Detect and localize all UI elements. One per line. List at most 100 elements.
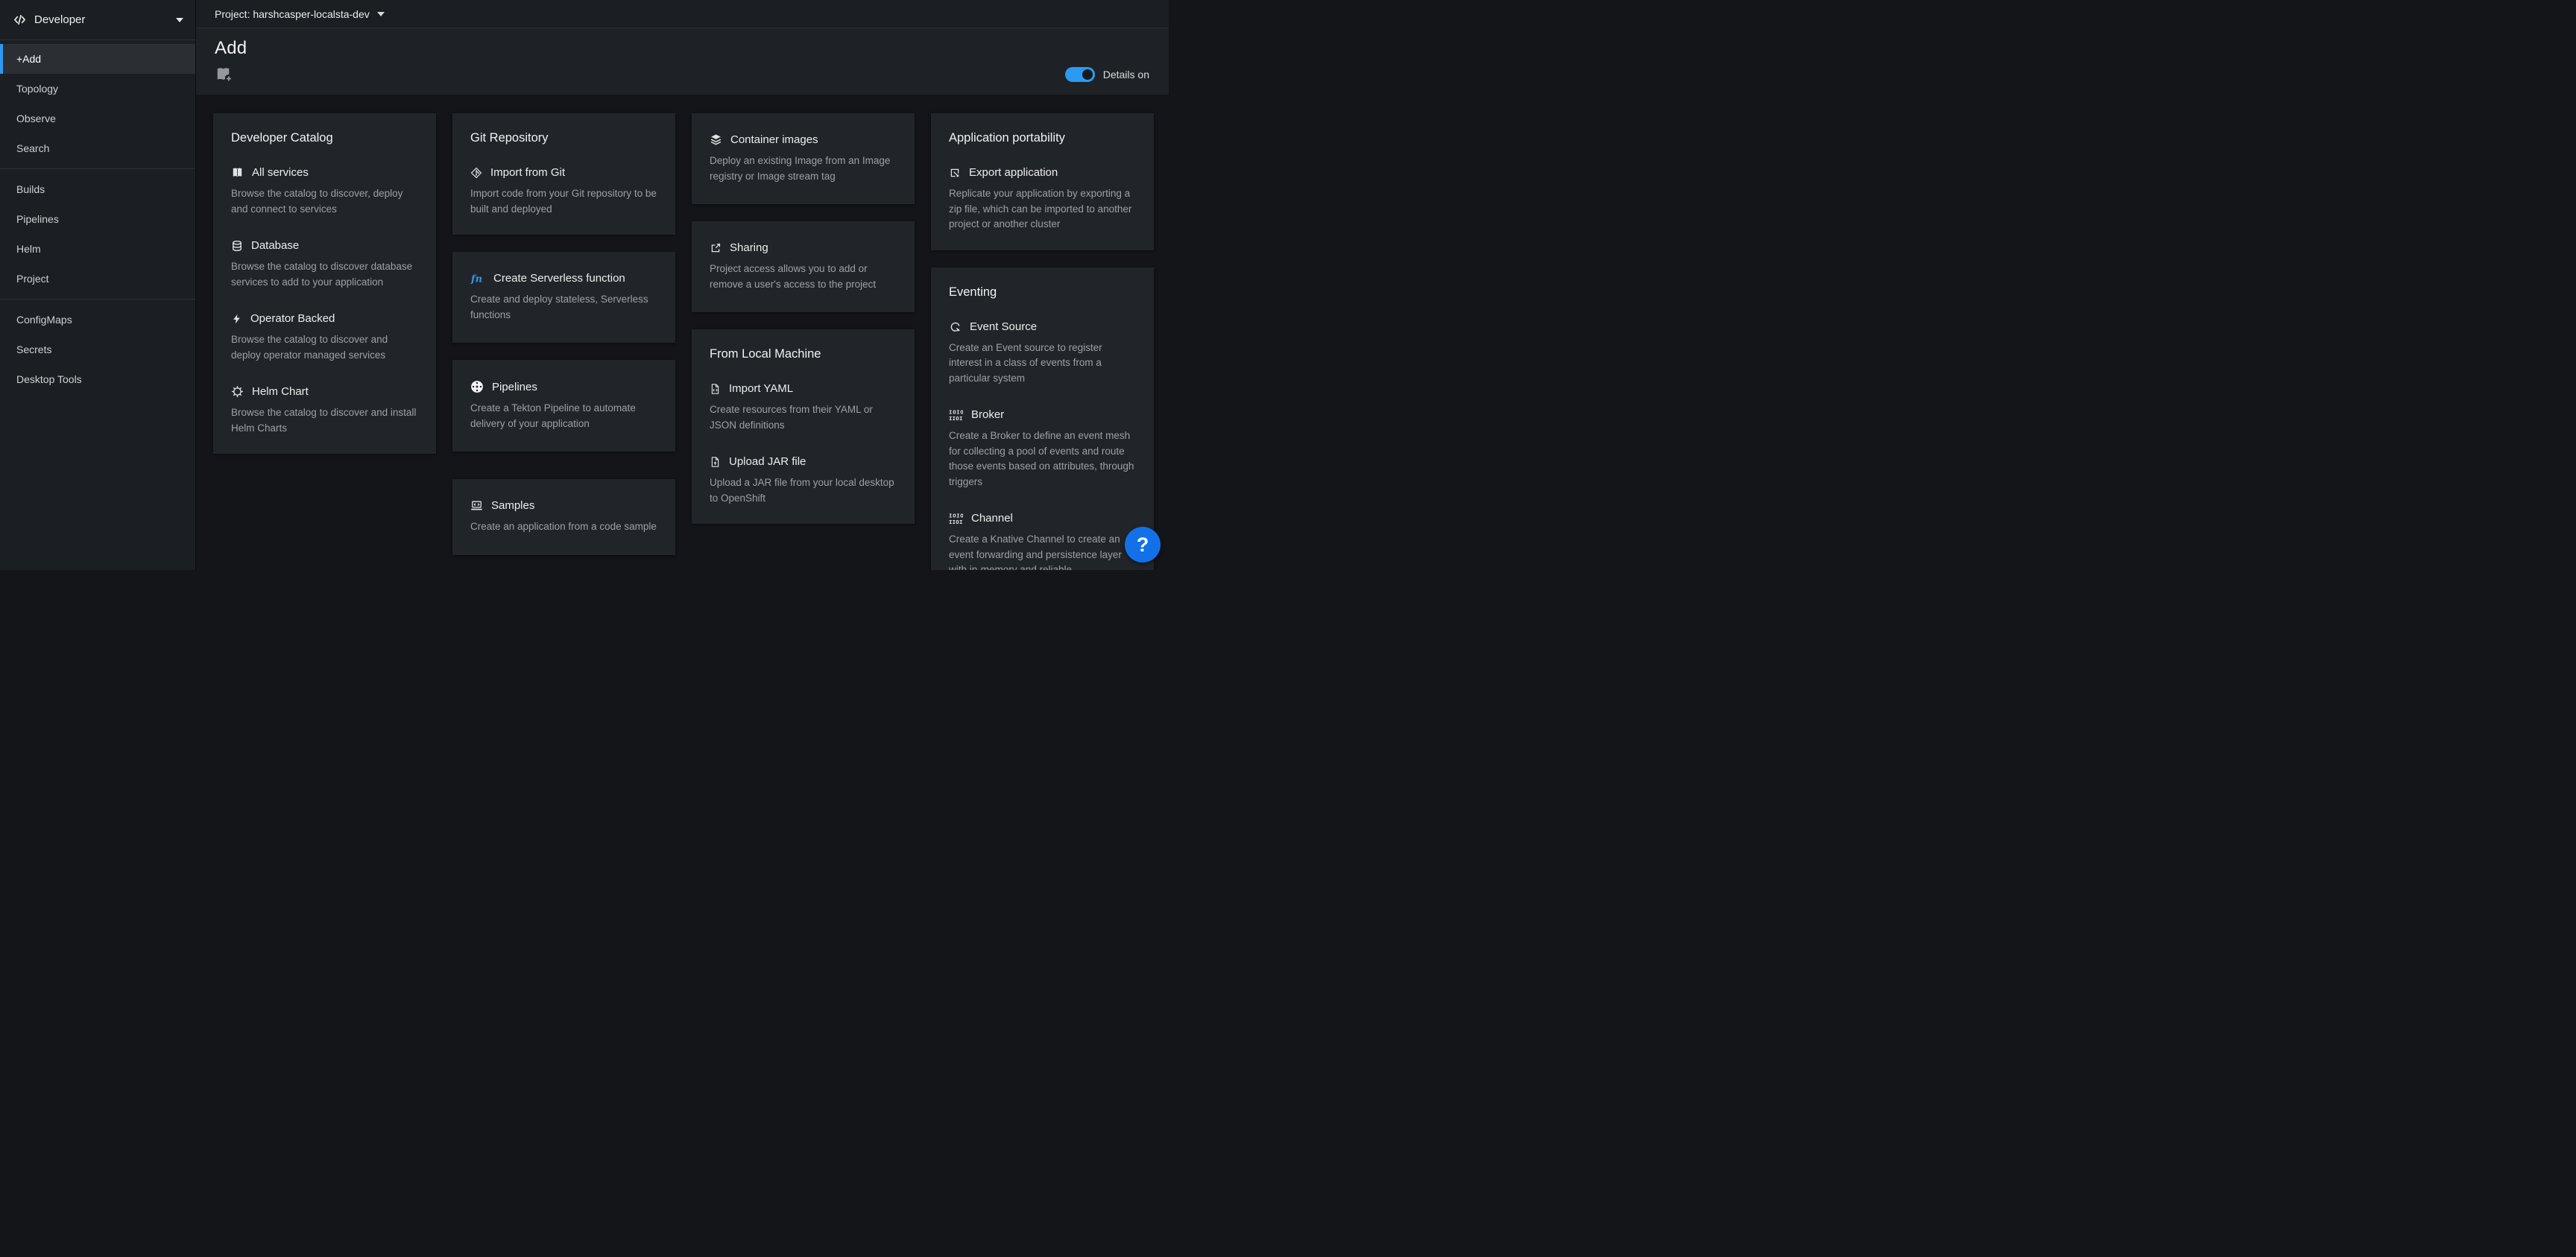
book-plus-icon[interactable] (215, 66, 232, 83)
card-git-repository: Git Repository Import from Git Import co… (452, 113, 675, 235)
item-description: Import code from your Git repository to … (470, 186, 657, 217)
details-toggle-label: Details on (1103, 69, 1149, 80)
project-label: Project: harshcasper-localsta-dev (215, 8, 370, 20)
app-window: Developer +Add Topology Observe Search B… (0, 0, 1169, 570)
card-title: Developer Catalog (231, 131, 418, 145)
chevron-down-icon (377, 12, 385, 16)
card-item-import-yaml[interactable]: Import YAML Create resources from their … (710, 382, 897, 433)
item-description: Create a Knative Channel to create an ev… (949, 532, 1136, 570)
main-area: Project: harshcasper-localsta-dev Add De… (196, 0, 1169, 570)
card-column-4: Application portability Export applicati… (931, 113, 1154, 570)
item-description: Create a Tekton Pipeline to automate del… (470, 401, 657, 431)
card-item-pipelines[interactable]: Pipelines Create a Tekton Pipeline to au… (470, 380, 657, 431)
sidebar-item-builds[interactable]: Builds (0, 174, 195, 204)
card-item-channel[interactable]: IOIOIIOII Channel Create a Knative Chann… (949, 512, 1136, 570)
card-container-images: Container images Deploy an existing Imag… (692, 113, 915, 204)
card-item-container-images[interactable]: Container images Deploy an existing Imag… (710, 133, 897, 184)
toggle-knob (1082, 69, 1093, 80)
file-code-icon (710, 383, 721, 395)
sidebar-item-secrets[interactable]: Secrets (0, 335, 195, 364)
sidebar-item-topology[interactable]: Topology (0, 74, 195, 104)
channel-icon: IOIOIIOII (949, 512, 963, 525)
masthead: Project: harshcasper-localsta-dev (196, 0, 1169, 28)
item-title: Database (251, 239, 299, 252)
item-title: Samples (491, 499, 534, 512)
item-title: Upload JAR file (729, 455, 806, 468)
sidebar-item-observe[interactable]: Observe (0, 104, 195, 133)
card-application-portability: Application portability Export applicati… (931, 113, 1154, 250)
sidebar-item-desktop-tools[interactable]: Desktop Tools (0, 364, 195, 394)
event-source-icon (949, 320, 962, 333)
sidebar-item-configmaps[interactable]: ConfigMaps (0, 305, 195, 335)
card-item-samples[interactable]: Samples Create an application from a cod… (470, 499, 657, 535)
helm-icon (231, 385, 244, 398)
card-serverless-function: fn Create Serverless function Create and… (452, 252, 675, 343)
card-item-sharing[interactable]: Sharing Project access allows you to add… (710, 241, 897, 292)
card-pipelines: Pipelines Create a Tekton Pipeline to au… (452, 360, 675, 452)
broker-icon: IOIOIIOII (949, 408, 963, 421)
perspective-switcher[interactable]: Developer (0, 0, 195, 40)
help-button[interactable]: ? (1125, 527, 1161, 563)
item-title: Helm Chart (252, 385, 309, 398)
item-title: Channel (971, 512, 1013, 525)
git-icon (470, 167, 482, 179)
item-title: Broker (971, 408, 1004, 421)
project-selector[interactable]: Project: harshcasper-localsta-dev (196, 8, 385, 20)
sidebar-item-project[interactable]: Project (0, 264, 195, 294)
sidebar-item-search[interactable]: Search (0, 133, 195, 163)
share-icon (710, 242, 722, 254)
page-header: Add Details on (196, 28, 1169, 95)
card-item-broker[interactable]: IOIOIIOII Broker Create a Broker to defi… (949, 408, 1136, 490)
database-icon (231, 240, 243, 252)
item-title: Pipelines (492, 381, 537, 393)
file-upload-icon (710, 456, 721, 468)
add-cards-area: Developer Catalog All services Browse th… (196, 95, 1169, 570)
laptop-code-icon (470, 499, 483, 512)
card-column-3: Container images Deploy an existing Imag… (692, 113, 915, 541)
card-item-database[interactable]: Database Browse the catalog to discover … (231, 239, 418, 290)
card-item-export-application[interactable]: Export application Replicate your applic… (949, 166, 1136, 232)
sidebar-item-pipelines[interactable]: Pipelines (0, 204, 195, 234)
sidebar: Developer +Add Topology Observe Search B… (0, 0, 196, 570)
code-icon (13, 13, 26, 26)
card-title: Eventing (949, 285, 1136, 300)
item-description: Project access allows you to add or remo… (710, 262, 897, 292)
card-item-all-services[interactable]: All services Browse the catalog to disco… (231, 166, 418, 217)
chevron-down-icon (176, 18, 183, 22)
card-item-upload-jar-file[interactable]: Upload JAR file Upload a JAR file from y… (710, 455, 897, 506)
item-title: Container images (730, 133, 818, 146)
details-toggle-group: Details on (1065, 67, 1151, 82)
svg-text:IIOII: IIOII (949, 519, 963, 525)
card-sharing: Sharing Project access allows you to add… (692, 221, 915, 312)
card-title: Git Repository (470, 131, 657, 145)
sidebar-item-add[interactable]: +Add (0, 44, 195, 74)
book-open-icon (231, 166, 244, 179)
sidebar-nav: +Add Topology Observe Search Builds Pipe… (0, 40, 195, 394)
card-item-operator-backed[interactable]: Operator Backed Browse the catalog to di… (231, 312, 418, 363)
card-item-event-source[interactable]: Event Source Create an Event source to r… (949, 320, 1136, 387)
sidebar-divider (0, 168, 195, 169)
item-description: Upload a JAR file from your local deskto… (710, 475, 897, 506)
item-title: Event Source (970, 320, 1037, 333)
item-title: Create Serverless function (493, 272, 625, 285)
item-title: Operator Backed (250, 312, 335, 325)
card-item-import-from-git[interactable]: Import from Git Import code from your Gi… (470, 166, 657, 217)
bolt-icon (231, 313, 242, 325)
card-item-create-serverless-function[interactable]: fn Create Serverless function Create and… (470, 272, 657, 323)
item-description: Create and deploy stateless, Serverless … (470, 292, 657, 323)
item-description: Create resources from their YAML or JSON… (710, 402, 897, 433)
sidebar-item-helm[interactable]: Helm (0, 234, 195, 264)
item-description: Deploy an existing Image from an Image r… (710, 153, 897, 184)
card-item-helm-chart[interactable]: Helm Chart Browse the catalog to discove… (231, 385, 418, 436)
item-description: Browse the catalog to discover, deploy a… (231, 186, 418, 217)
card-developer-catalog: Developer Catalog All services Browse th… (213, 113, 436, 454)
export-icon (949, 167, 961, 179)
item-title: Import from Git (490, 166, 565, 179)
details-toggle-switch[interactable] (1065, 67, 1095, 82)
pipelines-icon (470, 380, 484, 393)
card-column-2: Git Repository Import from Git Import co… (452, 113, 675, 570)
item-description: Create an application from a code sample (470, 519, 657, 535)
item-description: Browse the catalog to discover database … (231, 259, 418, 290)
page-title: Add (215, 38, 1151, 59)
item-title: All services (252, 166, 309, 179)
